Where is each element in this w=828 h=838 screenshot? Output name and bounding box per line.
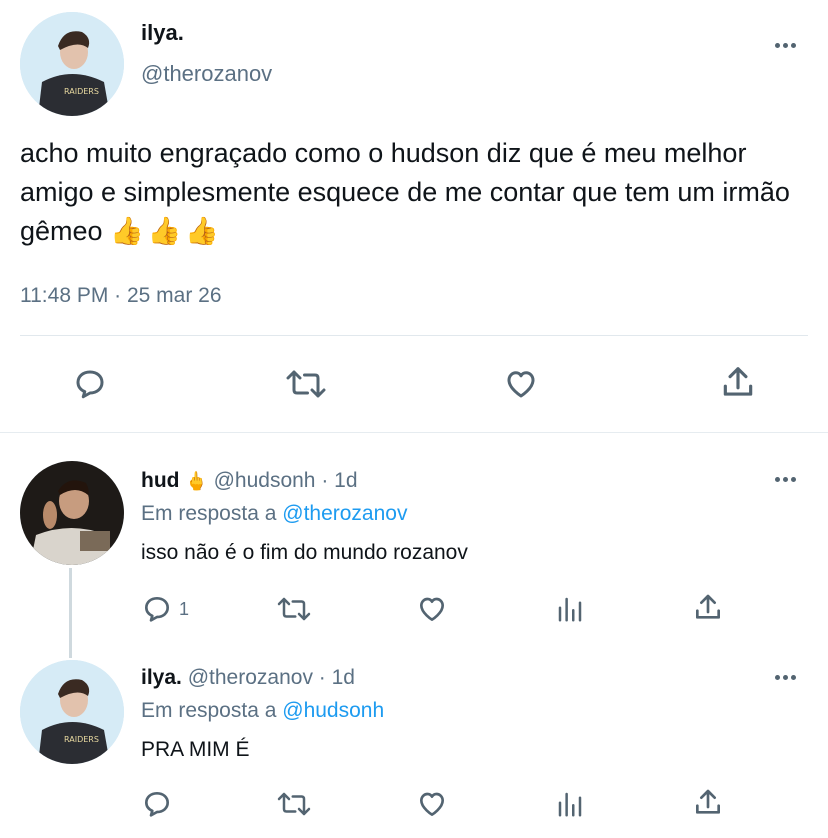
reply-button[interactable]: 1: [141, 593, 189, 625]
display-name[interactable]: ilya.: [141, 666, 182, 689]
reply-icon: [145, 792, 169, 817]
reply-icon: [76, 370, 104, 399]
share-icon: [696, 789, 720, 814]
replying-to-prefix: Em resposta a: [141, 699, 277, 722]
section-divider: [0, 432, 828, 433]
reply-button[interactable]: [141, 788, 179, 820]
avatar[interactable]: [20, 461, 124, 565]
share-button[interactable]: [692, 787, 724, 819]
analytics-button[interactable]: [555, 789, 585, 819]
reply-header: hud 🖕 @hudsonh · 1d: [141, 469, 358, 493]
like-button[interactable]: [502, 366, 540, 402]
tweet-age[interactable]: · 1d: [319, 666, 355, 689]
reply-button[interactable]: [72, 366, 108, 402]
share-icon: [723, 367, 753, 396]
thread-line: [69, 568, 72, 658]
divider: [20, 335, 808, 336]
more-options-icon[interactable]: [775, 477, 796, 482]
analytics-icon: [558, 792, 582, 817]
retweet-button[interactable]: [276, 789, 312, 819]
share-button[interactable]: [692, 592, 724, 624]
handle[interactable]: @therozanov: [141, 61, 272, 87]
replying-to-handle[interactable]: @hudsonh: [282, 699, 384, 722]
middle-finger-emoji: 🖕: [185, 471, 208, 492]
like-icon: [507, 371, 535, 398]
like-button[interactable]: [416, 593, 448, 625]
display-name[interactable]: hud: [141, 469, 179, 492]
replying-to: Em resposta a @therozanov: [141, 502, 407, 526]
analytics-button[interactable]: [555, 594, 585, 624]
reply-header: ilya. @therozanov · 1d: [141, 666, 355, 690]
reply-icon: [145, 597, 169, 622]
retweet-button[interactable]: [285, 366, 327, 402]
share-button[interactable]: [719, 364, 757, 402]
share-icon: [696, 594, 720, 619]
like-button[interactable]: [416, 788, 448, 820]
reply-text: isso não é o fim do mundo rozanov: [141, 541, 468, 564]
like-icon: [420, 792, 444, 816]
svg-text:RAIDERS: RAIDERS: [64, 87, 99, 96]
tweet-text: acho muito engraçado como o hudson diz q…: [20, 134, 820, 251]
more-options-icon[interactable]: [775, 675, 796, 680]
thumbs-up-emoji: 👍👍👍: [110, 216, 223, 247]
replying-to-prefix: Em resposta a: [141, 502, 277, 525]
retweet-icon: [277, 597, 311, 621]
like-icon: [420, 597, 444, 621]
avatar[interactable]: RAIDERS: [20, 12, 124, 116]
reply-text: PRA MIM É: [141, 738, 250, 761]
replying-to-handle[interactable]: @therozanov: [282, 502, 407, 525]
replying-to: Em resposta a @hudsonh: [141, 699, 384, 723]
handle[interactable]: @hudsonh: [214, 469, 316, 492]
more-options-icon[interactable]: [775, 43, 796, 48]
timestamp[interactable]: 11:48 PM · 25 mar 26: [20, 284, 222, 308]
reply-count: 1: [179, 598, 190, 619]
avatar[interactable]: RAIDERS: [20, 660, 124, 764]
tweet-age[interactable]: · 1d: [321, 469, 357, 492]
retweet-button[interactable]: [276, 594, 312, 624]
retweet-icon: [286, 370, 326, 398]
display-name[interactable]: ilya.: [141, 20, 184, 46]
handle[interactable]: @therozanov: [188, 666, 313, 689]
analytics-icon: [558, 597, 582, 622]
svg-text:RAIDERS: RAIDERS: [64, 735, 99, 744]
retweet-icon: [277, 792, 311, 816]
